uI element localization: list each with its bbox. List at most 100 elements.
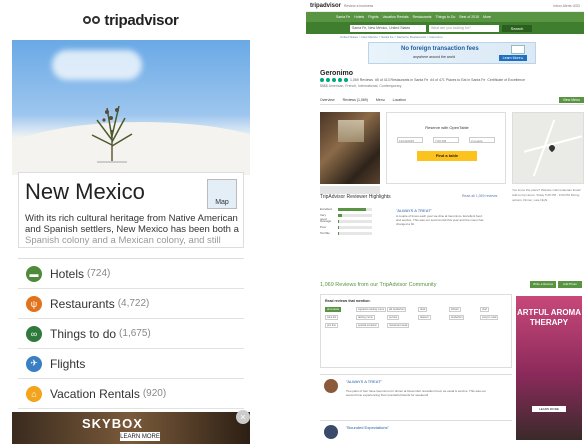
tab-item[interactable]: Menu (376, 98, 385, 102)
close-icon[interactable]: × (236, 410, 250, 424)
rating-bar-label: Terrible (320, 231, 330, 235)
city-title: New Mexico (25, 179, 145, 204)
opentable-widget: Reserve with OpenTable 12/14/2015 7:00 P… (386, 112, 506, 184)
desktop-logo[interactable]: tripadvisor (310, 3, 341, 9)
rank2-text[interactable]: #4 of 471 Places to Eat in Santa Fe (430, 78, 485, 82)
find-table-button[interactable]: Find a table (417, 151, 477, 161)
category-item[interactable]: ∞ Things to do (1,675) (18, 319, 244, 349)
time-field[interactable]: 7:00 PM (433, 137, 459, 143)
review-filter-chip[interactable]: elk tenderloin (387, 307, 407, 312)
photo-thumbnails[interactable] (320, 186, 380, 194)
review-filter-chip[interactable]: canyon road (480, 315, 499, 320)
detail-tabs: Overview Reviews (1,069) Menu Location View … (320, 96, 584, 105)
nav-item[interactable]: Things to Do (436, 15, 456, 19)
search-button[interactable]: Search (502, 24, 532, 32)
ad-title: SKYBOX (82, 416, 143, 431)
category-item[interactable]: ⌂ Vacation Rentals (920) (18, 379, 244, 409)
people-field[interactable]: 2 people (469, 137, 495, 143)
nav-item[interactable]: Santa Fe (336, 15, 350, 19)
desktop-screen: tripadvisor Review a business Inbox Aler… (306, 0, 584, 444)
map-info: You know this place? Website Call restau… (512, 188, 581, 202)
review-filter-chip[interactable]: chef (480, 307, 489, 312)
nav-item[interactable]: Flights (368, 15, 378, 19)
ad-headline: No foreign transaction fees (401, 46, 479, 52)
yucca-plant-icon (91, 105, 133, 163)
review-filter-chip[interactable]: service (387, 315, 400, 320)
fork-knife-icon: ψ (26, 295, 42, 312)
review-filter-box: Read reviews that mention: all reviews si… (320, 294, 512, 368)
review-title[interactable]: "Bounded Expectations" (346, 425, 389, 430)
nav-item[interactable]: More (483, 15, 491, 19)
location-map[interactable] (512, 112, 584, 184)
category-count: (920) (142, 388, 167, 399)
house-icon: ⌂ (26, 385, 42, 402)
bottom-ad-banner[interactable]: SKYBOX LEARN MORE × (12, 410, 250, 444)
rating-row: 1,069 Reviews #5 of 413 Restaurants in S… (320, 78, 525, 82)
rating-bubble-icon (344, 78, 348, 82)
review-filter-chip[interactable]: dessert (418, 315, 431, 320)
review-filter-chip[interactable]: tenderloin (449, 315, 465, 320)
city-description-fade: Spanish colony and a Mexican colony, and… (25, 235, 221, 246)
tab-item[interactable]: Reviews (1,069) (343, 98, 368, 102)
review-title[interactable]: "ALWAYS A TREAT" (346, 379, 382, 384)
review-business-link[interactable]: Review a business (344, 4, 373, 8)
nav-item[interactable]: Vacation Rentals (382, 15, 408, 19)
review-filter-chip[interactable]: restaurant week (387, 323, 410, 328)
award-text: Certificate of Excellence (487, 78, 525, 82)
breadcrumb[interactable]: United States > New Mexico > Santa Fe > … (306, 34, 584, 40)
map-button[interactable]: Map (207, 179, 237, 209)
category-item[interactable]: ✈ Flights (18, 349, 244, 379)
reviews-heading: 1,069 Reviews from our TripAdvisor Commu… (320, 282, 437, 288)
opentable-heading: Reserve with OpenTable (425, 125, 469, 130)
review-filter-chip[interactable]: signature tasting menu (356, 307, 387, 312)
ad-learn-more[interactable]: Learn More ▸ (499, 55, 527, 61)
review-filter-chip[interactable]: lobster (449, 307, 461, 312)
tab-item[interactable]: Location (393, 98, 406, 102)
date-field[interactable]: 12/14/2015 (397, 137, 423, 143)
nav-item[interactable]: Restaurants (413, 15, 432, 19)
rank-text[interactable]: #5 of 413 Restaurants in Santa Fe (375, 78, 428, 82)
review-count-link[interactable]: 1,069 Reviews (350, 78, 373, 82)
what-input[interactable]: What are you looking for? (429, 24, 499, 32)
mobile-logo[interactable]: tripadvisor (104, 12, 179, 29)
category-label: Vacation Rentals (50, 386, 140, 401)
category-list: ▬ Hotels (724) ψ Restaurants (4,722) ∞ Things t… (18, 258, 244, 409)
review-filter-chip[interactable]: all reviews (325, 307, 342, 312)
owl-logo-icon (83, 16, 101, 24)
review-filter-chip[interactable]: prix fixe (325, 323, 338, 328)
category-count: (724) (87, 268, 111, 279)
highlights-title: TripAdvisor Reviewer Highlights (320, 194, 391, 200)
nav-item[interactable]: Hotels (354, 15, 364, 19)
side-ad-button[interactable]: LEARN MORE (532, 406, 566, 412)
category-item[interactable]: ψ Restaurants (4,722) (18, 289, 244, 319)
view-menu-button[interactable]: View Menu (558, 97, 584, 103)
nav-item[interactable]: Best of 2015 (459, 15, 479, 19)
read-all-link[interactable]: Read all 1,069 reviews (462, 194, 497, 198)
category-label: Things to do (50, 326, 117, 341)
highlight-quote-title[interactable]: "ALWAYS A TREAT" (396, 208, 432, 213)
avatar[interactable] (324, 379, 338, 393)
add-photo-button[interactable]: Add Photo (558, 281, 582, 288)
credit-card-ad[interactable]: No foreign transaction fees anywhere aro… (368, 42, 536, 64)
category-count: (1,675) (119, 328, 151, 339)
filter-heading: Read reviews that mention: (325, 299, 371, 303)
mobile-screen: tripadvisor New Mexico Map With its rich… (12, 0, 250, 444)
where-input[interactable]: Santa Fe, New Mexico, United States (350, 24, 426, 32)
highlight-quote-text: A couple of times each year we dine at G… (396, 214, 484, 226)
ad-learn-more-button[interactable]: LEARN MORE (120, 432, 160, 441)
rating-bar-label: Average (320, 219, 332, 223)
rating-bubble-icon (332, 78, 336, 82)
avatar[interactable] (324, 425, 338, 439)
restaurant-photo[interactable] (320, 112, 380, 184)
review-filter-chip[interactable]: wine list (325, 315, 339, 320)
review-filter-chip[interactable]: special occasion (356, 323, 380, 328)
side-ad[interactable]: ARTFUL AROMA THERAPY LEARN MORE (516, 296, 582, 440)
review-filter-chip[interactable]: duck (418, 307, 428, 312)
category-item[interactable]: ▬ Hotels (724) (18, 259, 244, 289)
ad-subline: anywhere around the world (413, 55, 456, 59)
map-button-label: Map (215, 199, 229, 206)
write-review-button[interactable]: Write a Review (530, 281, 556, 288)
top-right-links[interactable]: Inbox Alerts USD (553, 4, 580, 8)
tab-item[interactable]: Overview (320, 98, 335, 102)
review-filter-chip[interactable]: tasting menu (356, 315, 375, 320)
